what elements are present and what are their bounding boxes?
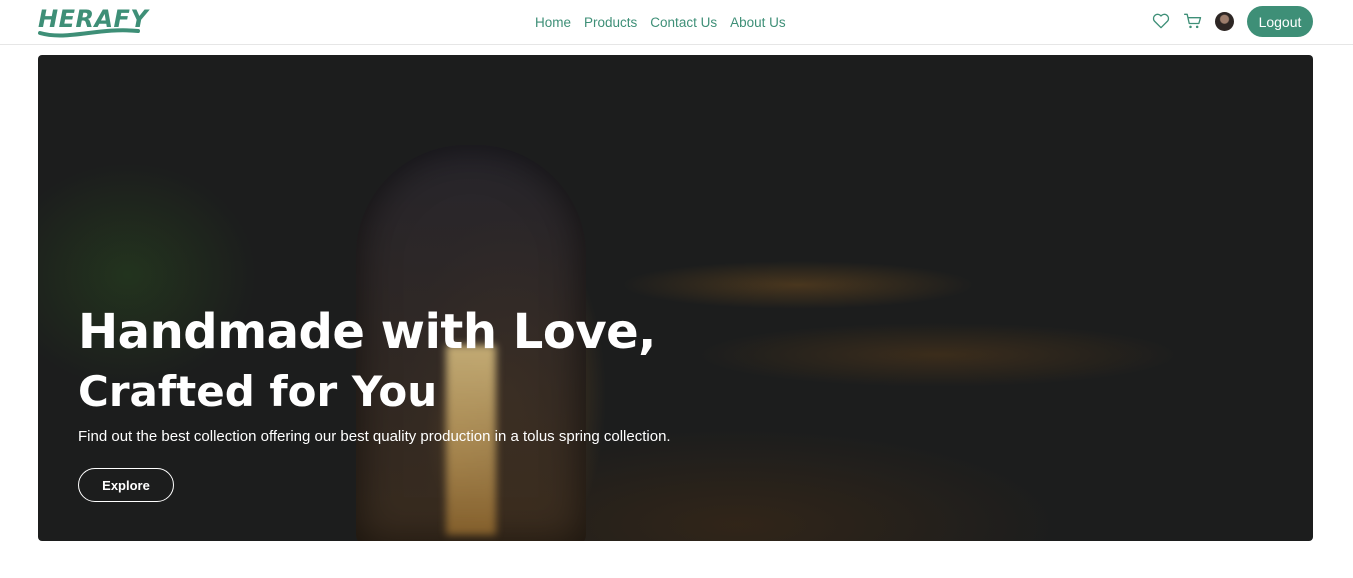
- hero-description: Find out the best collection offering ou…: [78, 428, 671, 445]
- logout-button[interactable]: Logout: [1247, 6, 1313, 37]
- brand-logo[interactable]: HERAFY: [38, 5, 148, 39]
- hero-subtitle-heading: Crafted for You: [78, 367, 438, 416]
- nav-about-us[interactable]: About Us: [730, 15, 786, 30]
- logo-swoosh-icon: [38, 28, 140, 38]
- nav-products[interactable]: Products: [584, 15, 637, 30]
- hero-banner: Handmade with Love, Crafted for You Find…: [38, 55, 1313, 541]
- main-nav: Home Products Contact Us About Us: [535, 15, 786, 30]
- nav-home[interactable]: Home: [535, 15, 571, 30]
- nav-contact-us[interactable]: Contact Us: [650, 15, 717, 30]
- user-avatar[interactable]: [1215, 12, 1234, 31]
- heart-icon[interactable]: [1151, 11, 1171, 31]
- explore-button[interactable]: Explore: [78, 468, 174, 502]
- hero-title: Handmade with Love,: [78, 304, 656, 360]
- navbar: HERAFY Home Products Contact Us About Us…: [0, 0, 1353, 45]
- cart-icon[interactable]: [1183, 11, 1203, 31]
